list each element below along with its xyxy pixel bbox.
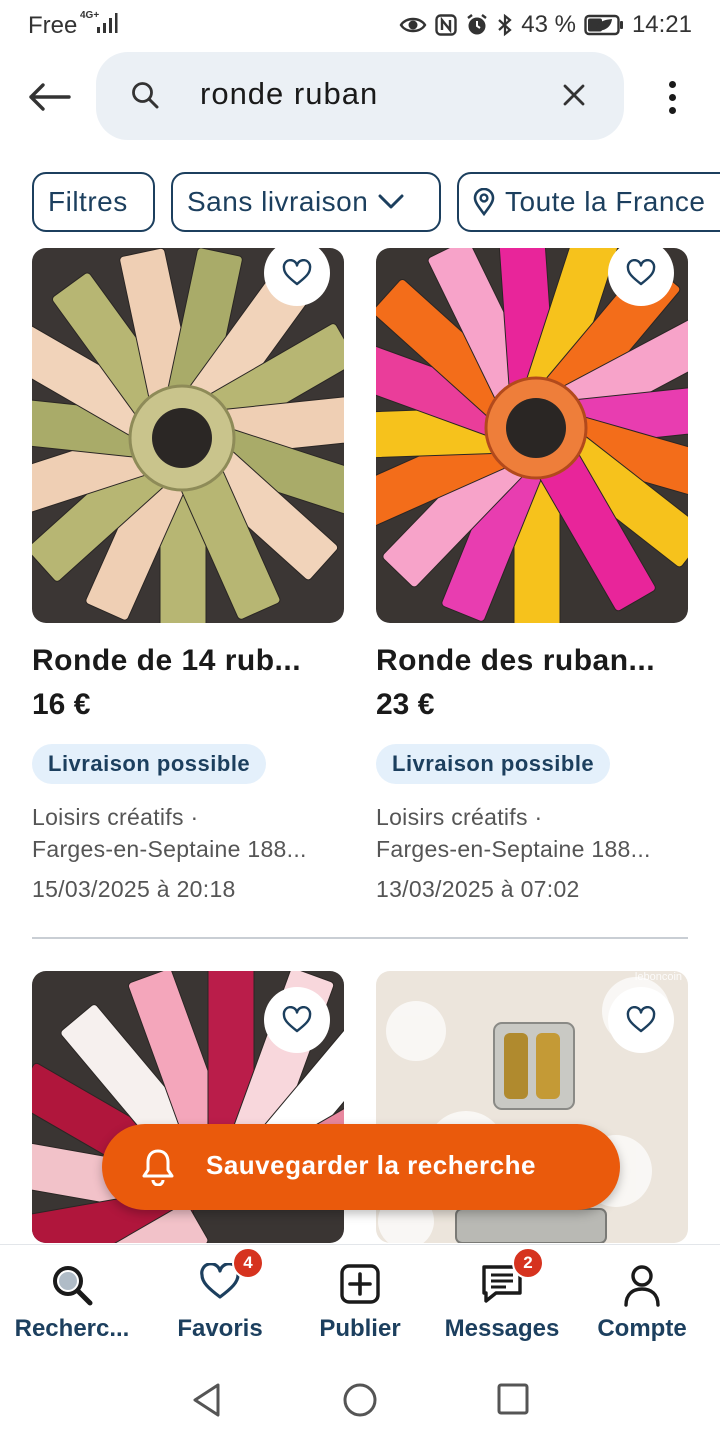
nav-item-account[interactable]: Compte bbox=[570, 1245, 714, 1361]
nav-item-messages[interactable]: 2 Messages bbox=[430, 1245, 574, 1361]
save-search-button[interactable]: Sauvegarder la recherche bbox=[102, 1124, 620, 1210]
chevron-down-icon bbox=[378, 194, 404, 210]
search-input[interactable]: ronde ruban bbox=[200, 76, 378, 112]
favorite-button[interactable] bbox=[264, 987, 330, 1053]
listing-category: Loisirs créatifs · bbox=[32, 804, 199, 830]
nav-item-favorites[interactable]: 4 Favoris bbox=[148, 1245, 292, 1361]
filters-chip[interactable]: Filtres bbox=[32, 172, 155, 232]
clock-time: 14:21 bbox=[631, 11, 692, 38]
nav-label: Publier bbox=[319, 1315, 401, 1342]
more-options-icon[interactable] bbox=[652, 70, 692, 124]
messages-count-badge: 2 bbox=[512, 1247, 544, 1279]
image-watermark: leboncoin bbox=[634, 971, 682, 983]
nav-label: Recherc... bbox=[14, 1315, 130, 1342]
plus-square-icon bbox=[339, 1263, 381, 1310]
back-button[interactable] bbox=[22, 70, 76, 124]
nfc-icon bbox=[435, 14, 457, 36]
heart-icon bbox=[626, 1006, 656, 1033]
heart-icon bbox=[282, 1006, 312, 1033]
listing-price: 16 € bbox=[32, 688, 91, 721]
row-divider bbox=[32, 937, 688, 939]
nav-label: Favoris bbox=[177, 1315, 263, 1342]
search-bar[interactable]: ronde ruban bbox=[96, 52, 624, 140]
bottom-navigation: Recherc... 4 Favoris Publier 2 Messages … bbox=[0, 1244, 720, 1361]
close-icon[interactable] bbox=[562, 83, 586, 112]
location-pin-icon bbox=[473, 188, 495, 216]
alarm-icon bbox=[465, 13, 489, 37]
delivery-chip-label: Sans livraison bbox=[187, 186, 369, 217]
nav-item-publish[interactable]: Publier bbox=[288, 1245, 432, 1361]
nav-label: Messages bbox=[444, 1315, 560, 1342]
save-search-label: Sauvegarder la recherche bbox=[206, 1150, 536, 1180]
favorites-count-badge: 4 bbox=[232, 1247, 264, 1279]
system-back-icon[interactable] bbox=[190, 1382, 224, 1423]
arrow-left-icon bbox=[29, 83, 71, 111]
favorite-button[interactable] bbox=[264, 240, 330, 306]
listing-category: Loisirs créatifs · bbox=[376, 804, 543, 830]
listing-title[interactable]: Ronde de 14 rub... bbox=[32, 644, 344, 678]
listing-price: 23 € bbox=[376, 688, 435, 721]
location-chip[interactable]: Toute la France bbox=[457, 172, 720, 232]
listing-location: Farges-en-Septaine 188... bbox=[32, 836, 307, 862]
carrier-name: Free bbox=[28, 12, 78, 39]
filter-chips: Filtres Sans livraison Toute la France bbox=[0, 172, 720, 236]
bell-icon bbox=[140, 1148, 176, 1191]
battery-saver-icon bbox=[584, 14, 624, 36]
listing-date: 13/03/2025 à 07:02 bbox=[376, 876, 580, 902]
nav-item-search[interactable]: Recherc... bbox=[0, 1245, 144, 1361]
search-icon bbox=[50, 1263, 94, 1312]
search-icon bbox=[130, 80, 160, 115]
eye-icon bbox=[399, 14, 427, 36]
bluetooth-icon bbox=[497, 13, 513, 37]
delivery-badge: Livraison possible bbox=[32, 744, 267, 784]
listing-location: Farges-en-Septaine 188... bbox=[376, 836, 651, 862]
favorite-button[interactable] bbox=[608, 240, 674, 306]
delivery-badge: Livraison possible bbox=[376, 744, 611, 784]
heart-icon bbox=[282, 259, 312, 286]
nav-label: Compte bbox=[597, 1315, 687, 1342]
favorite-button[interactable] bbox=[608, 987, 674, 1053]
delivery-chip[interactable]: Sans livraison bbox=[171, 172, 441, 232]
listing-title[interactable]: Ronde des ruban... bbox=[376, 644, 688, 678]
system-home-icon[interactable] bbox=[342, 1382, 378, 1423]
heart-icon bbox=[626, 259, 656, 286]
system-recents-icon[interactable] bbox=[496, 1382, 530, 1421]
user-icon bbox=[622, 1263, 662, 1312]
location-chip-label: Toute la France bbox=[505, 186, 706, 217]
battery-percent: 43 % bbox=[521, 11, 576, 38]
signal-icon bbox=[96, 12, 118, 39]
filters-chip-label: Filtres bbox=[48, 186, 128, 217]
system-navigation bbox=[0, 1360, 720, 1440]
listing-date: 15/03/2025 à 20:18 bbox=[32, 876, 236, 902]
status-bar: Free 4G+ 43 % 14:21 bbox=[0, 0, 720, 50]
